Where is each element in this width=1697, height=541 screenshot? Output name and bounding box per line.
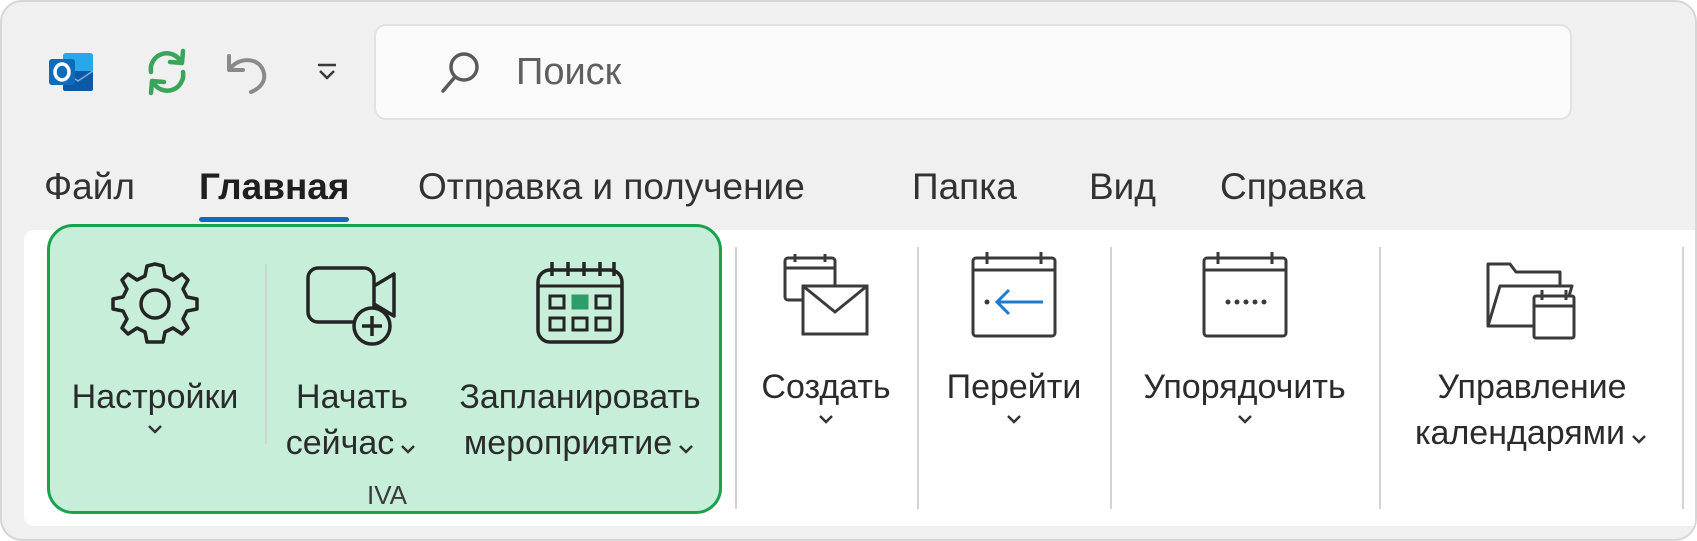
ribbon-separator xyxy=(917,247,919,509)
arrange-button[interactable]: Упорядочить xyxy=(1122,252,1367,426)
outlook-window: Файл Главная Отправка и получение Папка … xyxy=(0,0,1697,541)
tab-help-label: Справка xyxy=(1220,166,1366,207)
undo-icon[interactable] xyxy=(217,42,277,102)
ribbon-tabs: Файл Главная Отправка и получение Папка … xyxy=(2,162,1695,222)
ribbon-separator xyxy=(735,247,737,509)
settings-button[interactable]: Настройки xyxy=(60,252,250,436)
tab-home-label: Главная xyxy=(199,166,350,207)
arrange-label: Упорядочить xyxy=(1143,368,1346,406)
chevron-down-icon xyxy=(1629,412,1649,458)
settings-label: Настройки xyxy=(71,378,239,416)
customize-quick-access-icon[interactable] xyxy=(307,42,347,102)
title-bar xyxy=(2,2,1695,142)
schedule-label-line2: мероприятие xyxy=(463,424,673,462)
settings-gear-icon xyxy=(107,252,203,352)
goto-label: Перейти xyxy=(946,368,1082,406)
schedule-label-line1: Запланировать xyxy=(459,378,701,416)
tab-file[interactable]: Файл xyxy=(44,162,135,222)
tab-home[interactable]: Главная xyxy=(199,162,350,222)
create-button[interactable]: Создать xyxy=(746,252,906,426)
calendar-goto-icon xyxy=(969,252,1059,342)
chevron-down-icon xyxy=(676,422,696,468)
tab-folder-label: Папка xyxy=(912,166,1017,207)
chevron-down-icon xyxy=(398,422,418,468)
ribbon-separator xyxy=(1682,247,1684,509)
tab-send-receive-label: Отправка и получение xyxy=(418,166,805,207)
active-tab-indicator xyxy=(199,217,350,222)
chevron-down-icon xyxy=(816,412,836,426)
schedule-event-button[interactable]: Запланировать мероприятие xyxy=(445,252,715,468)
tab-file-label: Файл xyxy=(44,166,135,207)
calendar-mail-icon xyxy=(781,252,871,342)
manage-calendars-label-line1: Управление xyxy=(1437,368,1627,406)
create-label: Создать xyxy=(761,368,891,406)
tab-folder[interactable]: Папка xyxy=(912,162,1017,222)
iva-group-label: IVA xyxy=(367,480,407,510)
video-call-add-icon xyxy=(302,252,402,352)
outlook-app-icon xyxy=(42,42,102,102)
iva-inner-separator xyxy=(265,264,267,444)
manage-calendars-label-line2: календарями xyxy=(1414,414,1626,452)
sync-icon[interactable] xyxy=(137,42,197,102)
tab-help[interactable]: Справка xyxy=(1220,162,1365,222)
search-icon xyxy=(434,46,486,98)
folder-calendar-icon xyxy=(1484,252,1580,342)
calendar-schedule-icon xyxy=(532,252,628,352)
goto-button[interactable]: Перейти xyxy=(929,252,1099,426)
chevron-down-icon xyxy=(145,422,165,436)
tab-view[interactable]: Вид xyxy=(1089,162,1156,222)
ribbon-separator xyxy=(1110,247,1112,509)
calendar-arrange-icon xyxy=(1200,252,1290,342)
ribbon-separator xyxy=(1379,247,1381,509)
search-box[interactable] xyxy=(374,24,1572,120)
chevron-down-icon xyxy=(1004,412,1024,426)
start-now-button[interactable]: Начать сейчас xyxy=(277,252,427,468)
search-input[interactable] xyxy=(516,50,1416,94)
tab-send-receive[interactable]: Отправка и получение xyxy=(418,162,805,222)
chevron-down-icon xyxy=(1235,412,1255,426)
tab-view-label: Вид xyxy=(1089,166,1156,207)
start-now-label-line2: сейчас xyxy=(285,424,395,462)
start-now-label-line1: Начать xyxy=(296,378,408,416)
manage-calendars-button[interactable]: Управление календарями xyxy=(1392,252,1672,458)
